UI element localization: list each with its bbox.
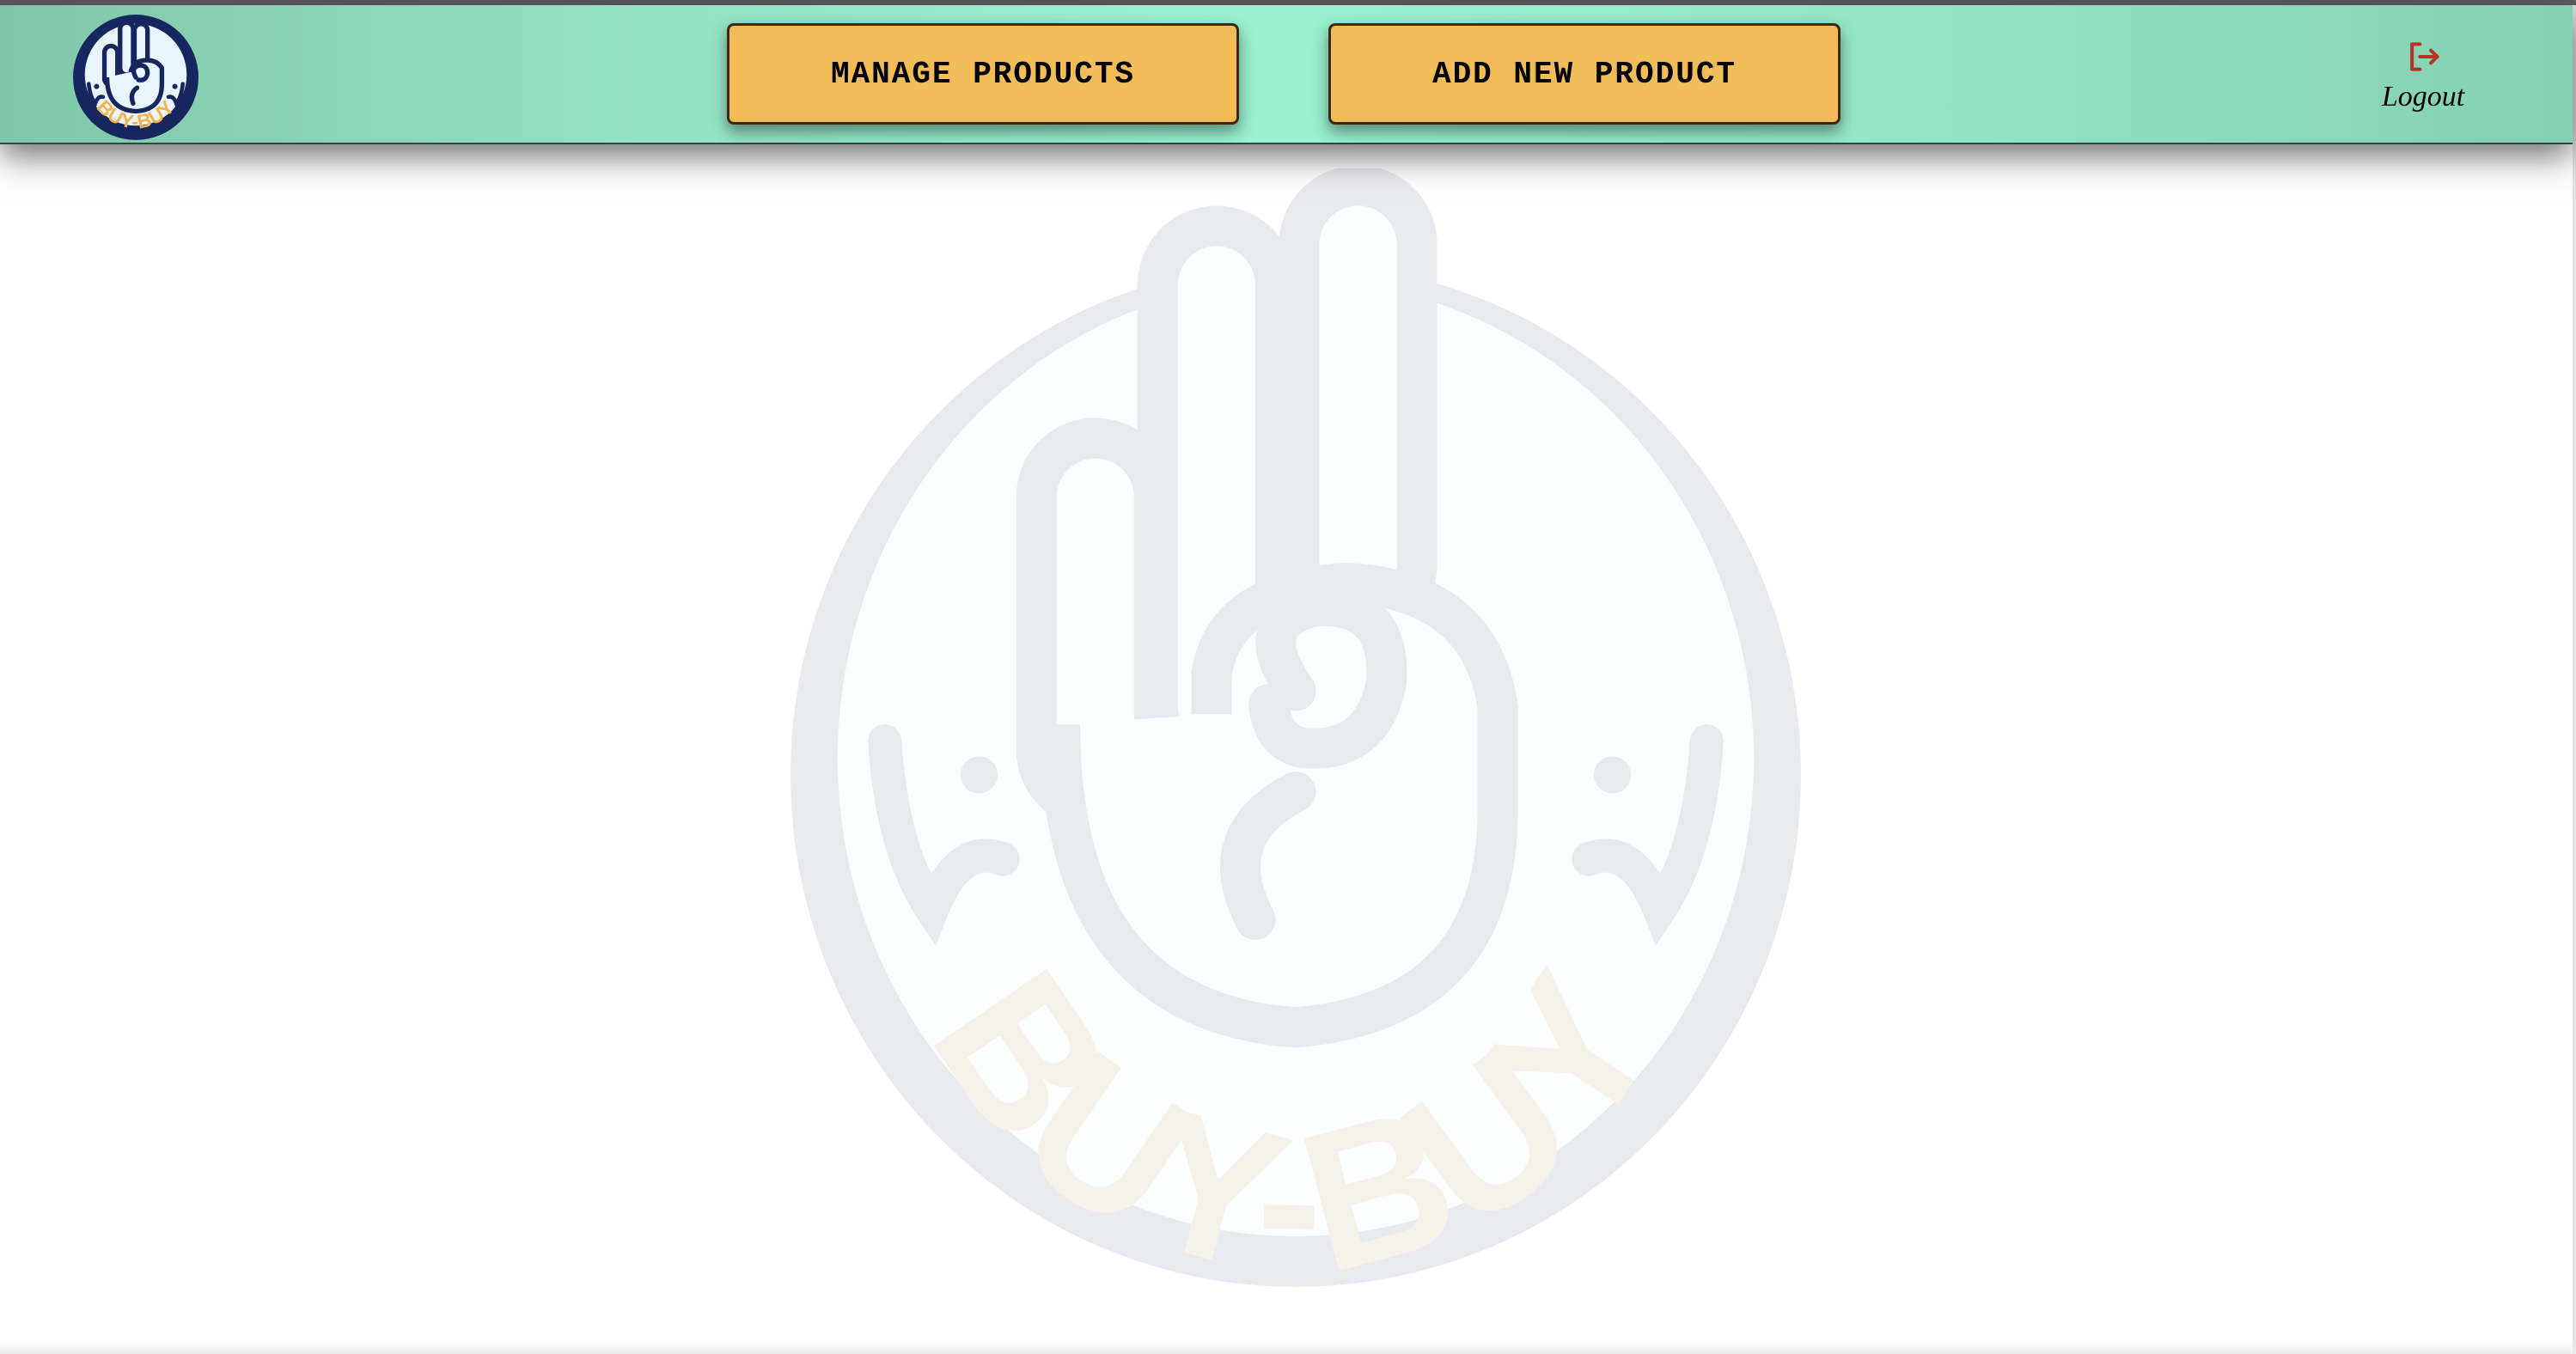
right-edge [2573,5,2576,1354]
bottom-shadow [0,1342,2576,1354]
watermark-logo-icon: BUY-BUY [791,165,1801,1315]
add-new-product-label: ADD NEW PRODUCT [1431,56,1737,92]
logout-button[interactable]: Logout [2361,38,2485,124]
page: BUY-BUY MANAGE PRODUCTS ADD NEW PRODUCT … [0,0,2576,1354]
add-new-product-button[interactable]: ADD NEW PRODUCT [1328,23,1840,125]
navbar: BUY-BUY MANAGE PRODUCTS ADD NEW PRODUCT … [0,5,2573,144]
manage-products-button[interactable]: MANAGE PRODUCTS [727,23,1239,125]
brand-logo[interactable]: BUY-BUY [70,12,201,143]
manage-products-label: MANAGE PRODUCTS [830,56,1136,92]
logout-icon [2410,42,2439,71]
watermark-logo: BUY-BUY [791,165,1801,1315]
logo-icon: BUY-BUY [73,15,198,140]
logout-label: Logout [2381,81,2465,113]
